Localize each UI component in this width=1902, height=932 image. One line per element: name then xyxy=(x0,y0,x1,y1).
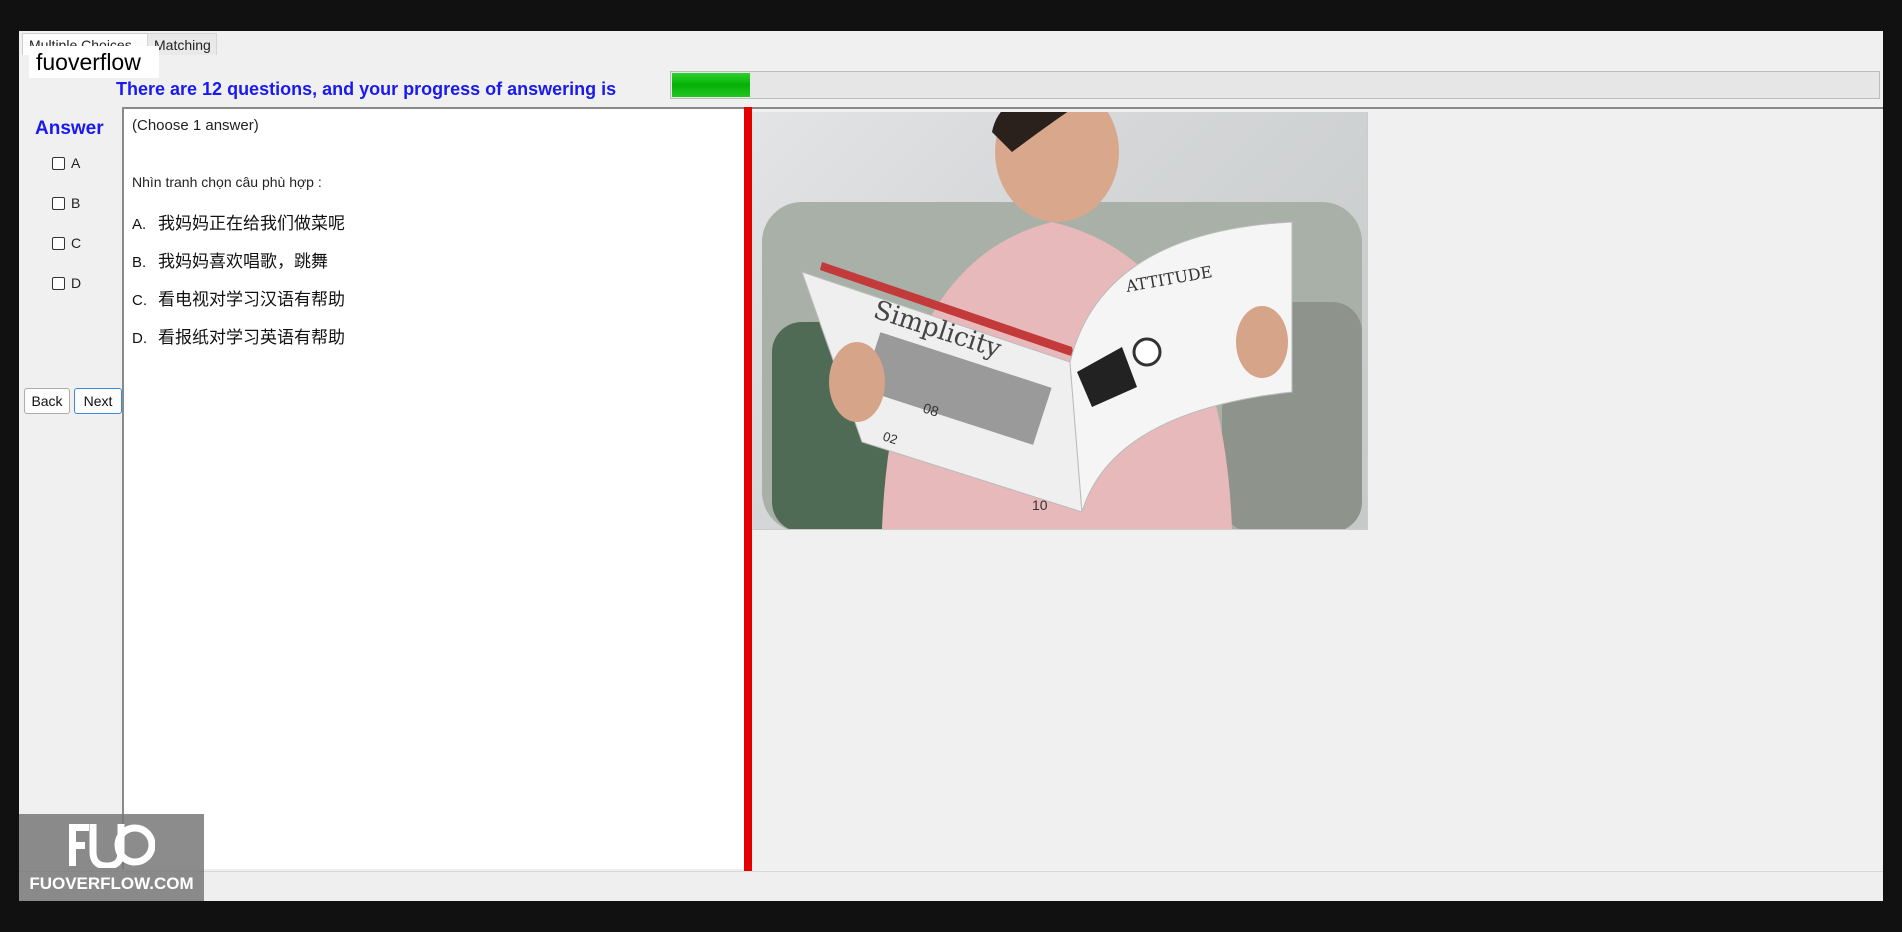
question-panel: (Choose 1 answer) Nhìn tranh chọn câu ph… xyxy=(122,107,746,869)
option-a[interactable]: A xyxy=(52,153,80,173)
checkbox-b[interactable] xyxy=(52,196,65,210)
answer-c-letter: C. xyxy=(132,292,147,309)
watermark-label: fuoverflow xyxy=(29,46,159,78)
option-d[interactable]: D xyxy=(52,273,81,293)
checkbox-c[interactable] xyxy=(52,236,65,250)
answer-a-letter: A. xyxy=(132,216,147,233)
next-button[interactable]: Next xyxy=(74,388,122,414)
option-a-label: A xyxy=(71,155,81,171)
answer-a: A. 我妈妈正在给我们做菜呢 xyxy=(132,209,345,234)
option-c[interactable]: C xyxy=(52,233,81,253)
answer-b-letter: B. xyxy=(132,254,147,271)
question-image: Simplicity 08 02 ATTITUDE 10 xyxy=(752,112,1368,530)
answer-c: C. 看电视对学习汉语有帮助 xyxy=(132,285,345,310)
answer-d-text: 看报纸对学习英语有帮助 xyxy=(158,328,345,348)
progress-bar xyxy=(670,71,1880,99)
option-c-label: C xyxy=(71,235,82,251)
answer-b: B. 我妈妈喜欢唱歌，跳舞 xyxy=(132,247,328,272)
checkbox-d[interactable] xyxy=(52,276,65,290)
option-b-label: B xyxy=(71,195,81,211)
fuoverflow-watermark: FUOVERFLOW.COM xyxy=(19,814,204,901)
option-b[interactable]: B xyxy=(52,193,80,213)
panel-splitter[interactable] xyxy=(744,107,752,901)
image-panel: Simplicity 08 02 ATTITUDE 10 xyxy=(752,107,1883,869)
fuoverflow-site: FUOVERFLOW.COM xyxy=(29,874,194,893)
answer-a-text: 我妈妈正在给我们做菜呢 xyxy=(158,214,345,234)
answer-heading: Answer xyxy=(35,118,104,139)
right-hand-shape xyxy=(1236,306,1288,378)
back-button[interactable]: Back xyxy=(24,388,70,414)
answer-d-letter: D. xyxy=(132,330,147,347)
option-d-label: D xyxy=(71,275,82,291)
page-number-right: 10 xyxy=(1032,497,1048,513)
progress-text: There are 12 questions, and your progres… xyxy=(116,79,617,99)
answer-b-text: 我妈妈喜欢唱歌，跳舞 xyxy=(158,252,328,272)
status-strip xyxy=(19,871,1883,901)
coffee-cup-shape xyxy=(1132,337,1162,367)
question-prompt: Nhìn tranh chọn câu phù hợp : xyxy=(132,174,322,190)
question-instruction: (Choose 1 answer) xyxy=(132,117,259,134)
fuo-logo-mark xyxy=(69,824,155,868)
woman-reading-magazine-image: Simplicity 08 02 ATTITUDE 10 xyxy=(762,112,1362,529)
answer-c-text: 看电视对学习汉语有帮助 xyxy=(158,290,345,310)
checkbox-a[interactable] xyxy=(52,156,65,170)
app-window: Multiple Choices Matching fuoverflow The… xyxy=(19,31,1883,901)
tab-strip: Multiple Choices Matching xyxy=(19,31,1883,57)
answer-d: D. 看报纸对学习英语有帮助 xyxy=(132,323,345,348)
left-hand-shape xyxy=(829,342,885,422)
progress-fill xyxy=(672,73,750,97)
